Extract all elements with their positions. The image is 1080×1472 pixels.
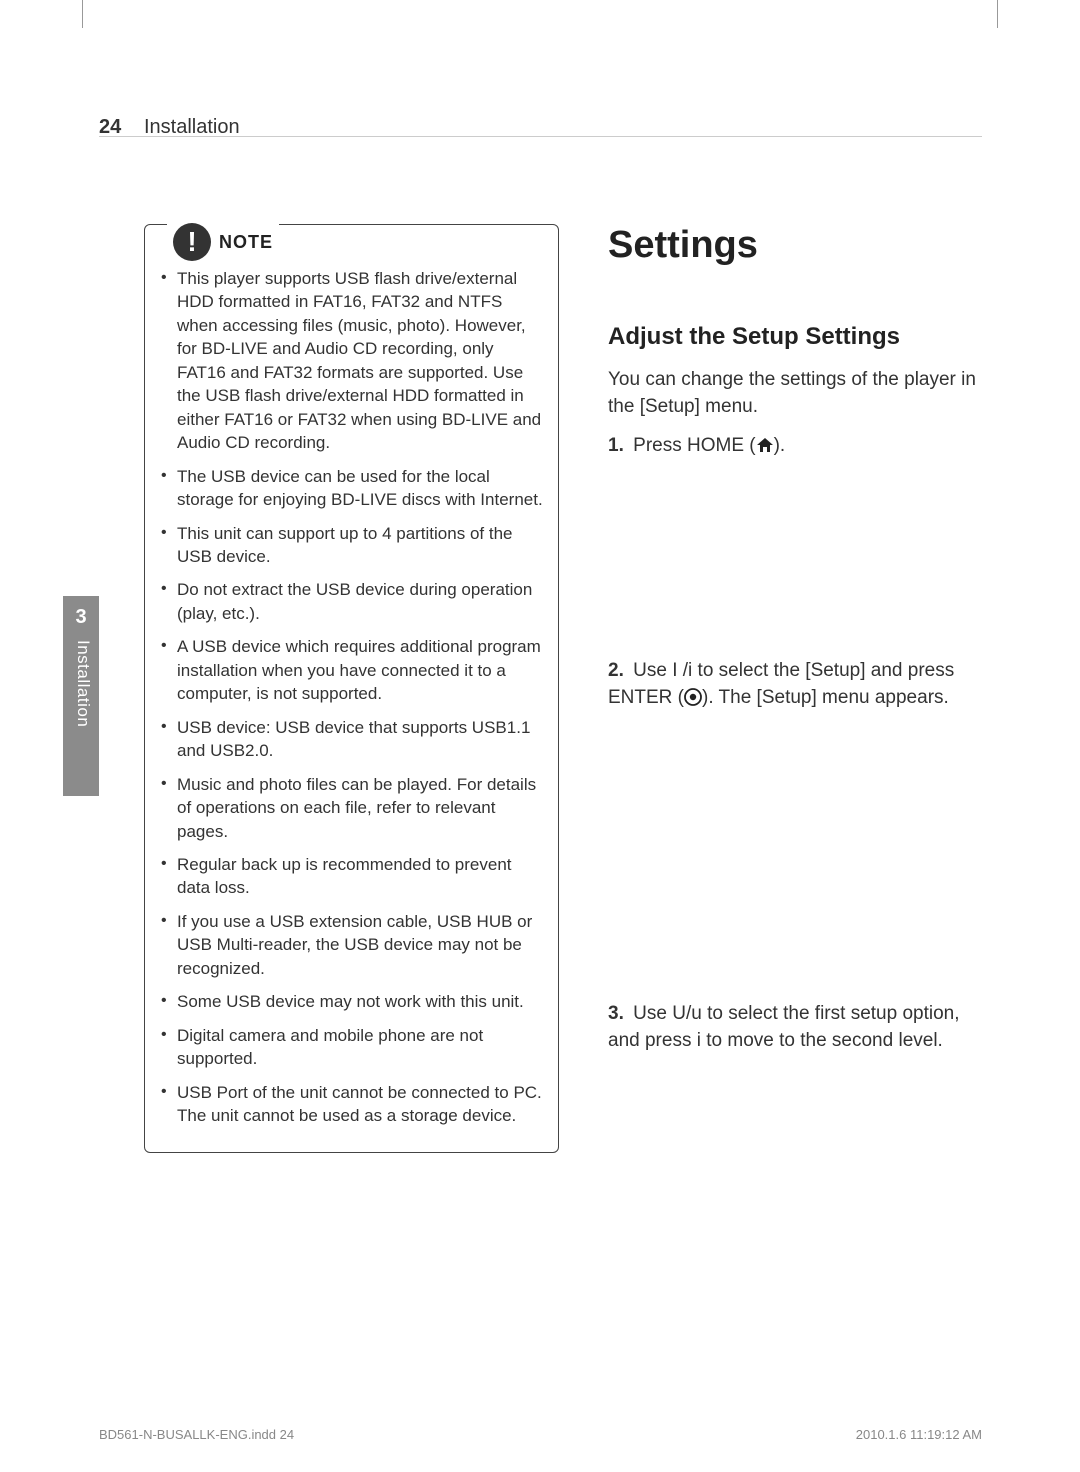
left-column: ! NOTE This player supports USB flash dr… (144, 224, 559, 1153)
list-item: Digital camera and mobile phone are not … (159, 1024, 544, 1071)
step-text: ). The [Setup] menu appears. (702, 687, 949, 708)
chapter-number: 3 (63, 606, 99, 629)
manual-page: 24 Installation 3 Installation ! NOTE Th… (0, 0, 1080, 1472)
list-item: Some USB device may not work with this u… (159, 990, 544, 1013)
footer: BD561-N-BUSALLK-ENG.indd 24 2010.1.6 11:… (99, 1427, 982, 1442)
step-1: 1. Press HOME (). (608, 433, 983, 462)
key-glyph: U/u (672, 1003, 702, 1024)
chapter-tab: 3 Installation (63, 596, 99, 796)
step-text: to move to the second level. (701, 1030, 943, 1051)
right-column: Settings Adjust the Setup Settings You c… (608, 224, 983, 1055)
footer-filename: BD561-N-BUSALLK-ENG.indd 24 (99, 1427, 294, 1442)
step-text: Press HOME ( (633, 435, 755, 456)
list-item: This unit can support up to 4 partitions… (159, 522, 544, 569)
crop-mark (82, 0, 83, 28)
list-item: If you use a USB extension cable, USB HU… (159, 910, 544, 980)
intro-paragraph: You can change the settings of the playe… (608, 367, 983, 421)
step-2: 2. Use I /i to select the [Setup] and pr… (608, 658, 983, 715)
step-number: 1. (608, 435, 624, 456)
list-item: The USB device can be used for the local… (159, 465, 544, 512)
step-text: ). (774, 435, 786, 456)
section-heading: Settings (608, 224, 983, 267)
list-item: Music and photo files can be played. For… (159, 773, 544, 843)
home-icon (756, 435, 774, 462)
key-glyph: I /i (672, 660, 692, 681)
list-item: A USB device which requires additional p… (159, 635, 544, 705)
step-number: 3. (608, 1003, 624, 1024)
list-item: USB Port of the unit cannot be connected… (159, 1081, 544, 1128)
crop-mark (997, 0, 998, 28)
footer-timestamp: 2010.1.6 11:19:12 AM (856, 1427, 982, 1442)
step-text: Use (633, 660, 672, 681)
note-badge: ! NOTE (167, 223, 279, 261)
list-item: Regular back up is recommended to preven… (159, 853, 544, 900)
chapter-label: Installation (73, 640, 93, 727)
list-item: USB device: USB device that supports USB… (159, 716, 544, 763)
note-label: NOTE (219, 232, 273, 253)
header-rule (99, 136, 982, 137)
step-list: 1. Press HOME (). 2. Use I /i to select … (608, 433, 983, 1055)
exclamation-icon: ! (173, 223, 211, 261)
step-number: 2. (608, 660, 624, 681)
step-3: 3. Use U/u to select the first setup opt… (608, 1001, 983, 1055)
enter-icon (684, 688, 702, 715)
note-box: ! NOTE This player supports USB flash dr… (144, 224, 559, 1153)
subsection-heading: Adjust the Setup Settings (608, 323, 983, 351)
list-item: Do not extract the USB device during ope… (159, 578, 544, 625)
note-bullet-list: This player supports USB flash drive/ext… (159, 267, 544, 1128)
step-text: Use (633, 1003, 672, 1024)
list-item: This player supports USB flash drive/ext… (159, 267, 544, 455)
